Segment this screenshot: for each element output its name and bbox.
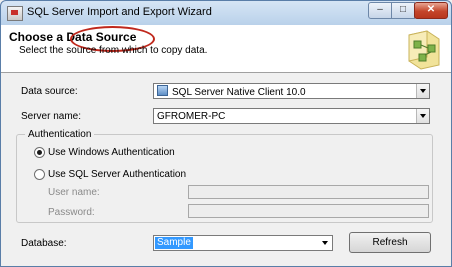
page-subtitle: Select the source from which to copy dat… [19, 45, 208, 56]
data-source-text: SQL Server Native Client 10.0 [172, 87, 306, 98]
chevron-down-icon[interactable] [416, 84, 429, 98]
data-source-value: SQL Server Native Client 10.0 [157, 85, 306, 99]
windows-auth-label[interactable]: Use Windows Authentication [48, 147, 175, 158]
app-icon [7, 6, 23, 21]
chevron-down-icon[interactable] [319, 236, 332, 250]
data-source-dropdown[interactable]: SQL Server Native Client 10.0 [153, 83, 430, 99]
username-label: User name: [48, 187, 100, 198]
database-label: Database: [21, 238, 67, 249]
database-dropdown[interactable]: Sample [153, 235, 333, 251]
password-field[interactable] [188, 204, 429, 218]
wizard-graphic-icon [408, 30, 440, 70]
password-label: Password: [48, 207, 95, 218]
window-title: SQL Server Import and Export Wizard [27, 6, 212, 18]
page-title-prefix: Choose a [9, 30, 64, 44]
minimize-button[interactable]: – [368, 2, 392, 19]
windows-auth-radio[interactable] [34, 147, 45, 158]
data-source-label: Data source: [21, 86, 78, 97]
wizard-window: SQL Server Import and Export Wizard – □ … [0, 0, 452, 267]
sql-auth-label[interactable]: Use SQL Server Authentication [48, 169, 186, 180]
refresh-button[interactable]: Refresh [349, 232, 431, 253]
close-button[interactable]: ✕ [414, 2, 448, 19]
username-field[interactable] [188, 185, 429, 199]
title-bar[interactable]: SQL Server Import and Export Wizard – □ … [1, 1, 451, 24]
server-name-label: Server name: [21, 111, 82, 122]
authentication-legend: Authentication [25, 129, 95, 140]
database-value[interactable]: Sample [155, 237, 193, 249]
maximize-button[interactable]: □ [391, 2, 415, 19]
wizard-header: Choose a Data Source Select the source f… [1, 25, 451, 73]
server-name-value: GFROMER-PC [157, 111, 226, 122]
server-name-dropdown[interactable]: GFROMER-PC [153, 108, 430, 124]
chevron-down-icon[interactable] [416, 109, 429, 123]
data-source-icon [157, 85, 168, 96]
sql-auth-radio[interactable] [34, 169, 45, 180]
